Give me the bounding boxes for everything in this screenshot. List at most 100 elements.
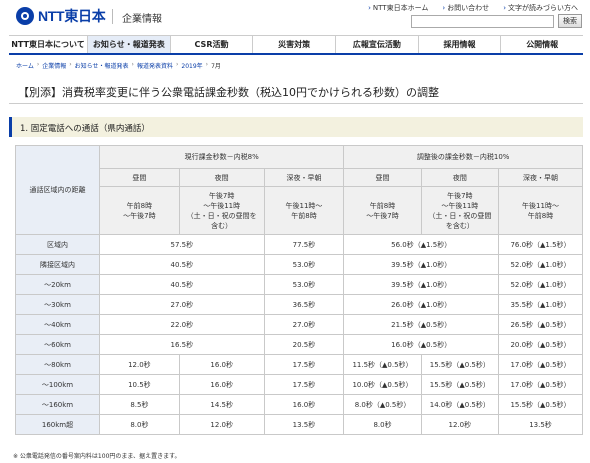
cell-value: 16.0秒 [178, 374, 265, 395]
table-row: ～30km 27.0秒 36.5秒 26.0秒（▲1.0秒） 35.5秒（▲1.… [15, 294, 584, 315]
cell-value: 27.0秒 [99, 294, 265, 315]
search-button[interactable]: 検索 [558, 14, 582, 28]
search-input[interactable] [411, 15, 554, 28]
cell-value: 26.0秒（▲1.0秒） [343, 294, 499, 315]
cell-value: 52.0秒（▲1.0秒） [497, 254, 584, 275]
table-row: 隣接区域内 40.5秒 53.0秒 39.5秒（▲1.0秒） 52.0秒（▲1.… [15, 254, 584, 275]
row-label: ～60km [15, 334, 100, 355]
nav-item-news[interactable]: お知らせ・報道発表 [87, 36, 170, 53]
cell-value: 40.5秒 [99, 254, 265, 275]
breadcrumb-year[interactable]: 2019年 [181, 61, 202, 70]
breadcrumb-separator: › [131, 61, 134, 68]
cell-value: 16.0秒（▲0.5秒） [343, 334, 499, 355]
cell-value: 27.0秒 [263, 314, 345, 335]
breadcrumb-current: 7月 [211, 63, 221, 70]
col-header: 深夜・早朝 [497, 168, 584, 187]
cell-value: 57.5秒 [99, 234, 265, 255]
corporate-info-label[interactable]: 企業情報 [122, 10, 162, 25]
cell-value: 15.5秒（▲0.5秒） [420, 354, 499, 375]
row-label: ～40km [15, 314, 100, 335]
row-label: 160km超 [15, 414, 100, 435]
ntt-logo[interactable]: NTT東日本 [16, 6, 106, 26]
cell-value: 39.5秒（▲1.0秒） [343, 254, 499, 275]
cell-value: 8.0秒 [343, 414, 422, 435]
cell-value: 12.0秒 [420, 414, 499, 435]
table-row: 区域内 57.5秒 77.5秒 56.0秒（▲1.5秒） 76.0秒（▲1.5秒… [15, 234, 584, 255]
cell-value: 11.5秒（▲0.5秒） [343, 354, 422, 375]
cell-value: 16.5秒 [99, 334, 265, 355]
breadcrumb-home[interactable]: ホーム [16, 61, 34, 70]
page-title: 【別添】消費税率変更に伴う公衆電話課金秒数（税込10円でかけられる秒数）の調整 [18, 86, 439, 99]
table-row: ～40km 22.0秒 27.0秒 21.5秒（▲0.5秒） 26.5秒（▲0.… [15, 314, 584, 335]
cell-value: 53.0秒 [263, 254, 345, 275]
table-row: ～60km 16.5秒 20.5秒 16.0秒（▲0.5秒） 20.0秒（▲0.… [15, 334, 584, 355]
breadcrumb-corporate[interactable]: 企業情報 [42, 61, 66, 70]
cell-value: 17.5秒 [263, 354, 345, 375]
breadcrumb-news[interactable]: お知らせ・報道発表 [75, 61, 129, 70]
col-time: 午後7時 ～午後11時 （土・日・祝の昼間 を含む） [420, 186, 499, 235]
footnote: ※ 公衆電話発信の番号案内料は100円のまま、据え置きます。 [13, 453, 181, 460]
cell-value: 14.5秒 [178, 394, 265, 415]
cell-value: 76.0秒（▲1.5秒） [497, 234, 584, 255]
row-label: ～20km [15, 274, 100, 295]
cell-value: 26.5秒（▲0.5秒） [497, 314, 584, 335]
table-row: ～160km 8.5秒 14.5秒 16.0秒 8.0秒（▲0.5秒） 14.0… [15, 394, 584, 415]
section-heading-box: 1. 固定電話への通話（県内通話） [9, 117, 583, 137]
section-heading: 1. 固定電話への通話（県内通話） [20, 124, 150, 134]
utility-links: NTT東日本ホーム お問い合わせ 文字が読みづらい方へ [368, 3, 578, 13]
cell-value: 10.0秒（▲0.5秒） [343, 374, 422, 395]
nav-item-recruit[interactable]: 採用情報 [417, 36, 501, 53]
cell-value: 12.0秒 [178, 414, 265, 435]
row-label: ～80km [15, 354, 100, 375]
table-row: 160km超 8.0秒 12.0秒 13.5秒 8.0秒 12.0秒 13.5秒 [15, 414, 584, 435]
row-label: ～100km [15, 374, 100, 395]
group-header-new: 調整後の課金秒数－内税10% [343, 145, 583, 169]
page-title-box: 【別添】消費税率変更に伴う公衆電話課金秒数（税込10円でかけられる秒数）の調整 [9, 77, 583, 104]
header-divider [112, 9, 113, 24]
nav-item-disaster[interactable]: 災害対策 [252, 36, 335, 53]
cell-value: 16.0秒 [263, 394, 345, 415]
col-time: 午後7時 ～午後11時 （土・日・祝の昼間を 含む） [178, 186, 265, 235]
row-label: 隣接区域内 [15, 254, 100, 275]
corner-header: 通話区域内の距離 [15, 145, 100, 235]
cell-value: 20.5秒 [263, 334, 345, 355]
nav-item-csr[interactable]: CSR活動 [169, 36, 253, 53]
table-row: ～80km 12.0秒 16.0秒 17.5秒 11.5秒（▲0.5秒） 15.… [15, 354, 584, 375]
row-label: 区域内 [15, 234, 100, 255]
cell-value: 39.5秒（▲1.0秒） [343, 274, 499, 295]
breadcrumb-press[interactable]: 報道発表資料 [137, 61, 173, 70]
breadcrumb: ホーム › 企業情報 › お知らせ・報道発表 › 報道発表資料 › 2019年 › 7月 [16, 61, 221, 70]
breadcrumb-separator: › [175, 61, 179, 68]
util-link-accessibility[interactable]: 文字が読みづらい方へ [503, 3, 578, 13]
util-link-home[interactable]: NTT東日本ホーム [368, 3, 428, 13]
cell-value: 77.5秒 [263, 234, 345, 255]
site-header: NTT東日本 企業情報 NTT東日本ホーム お問い合わせ 文字が読みづらい方へ … [0, 0, 590, 33]
rate-table: 通話区域内の距離 現行課金秒数－内税8% 調整後の課金秒数－内税10% 昼間 夜… [15, 145, 584, 435]
global-nav: NTT東日本について お知らせ・報道発表 CSR活動 災害対策 広報宣伝活動 採… [9, 35, 583, 55]
cell-value: 17.0秒（▲0.5秒） [497, 354, 584, 375]
cell-value: 10.5秒 [99, 374, 180, 395]
cell-value: 17.0秒（▲0.5秒） [497, 374, 584, 395]
col-time: 午前8時 ～午後7時 [99, 186, 180, 235]
cell-value: 13.5秒 [263, 414, 345, 435]
nav-item-disclosure[interactable]: 公開情報 [500, 36, 583, 53]
nav-item-pr[interactable]: 広報宣伝活動 [335, 36, 418, 53]
cell-value: 52.0秒（▲1.0秒） [497, 274, 584, 295]
table-row: ～20km 40.5秒 53.0秒 39.5秒（▲1.0秒） 52.0秒（▲1.… [15, 274, 584, 295]
cell-value: 8.0秒（▲0.5秒） [343, 394, 422, 415]
cell-value: 17.5秒 [263, 374, 345, 395]
row-label: ～160km [15, 394, 100, 415]
col-time: 午前8時 ～午後7時 [343, 186, 422, 235]
util-link-contact[interactable]: お問い合わせ [442, 3, 489, 13]
cell-value: 16.0秒 [178, 354, 265, 375]
cell-value: 22.0秒 [99, 314, 265, 335]
cell-value: 35.5秒（▲1.0秒） [497, 294, 584, 315]
col-header: 昼間 [99, 168, 180, 187]
breadcrumb-separator: › [69, 61, 72, 68]
cell-value: 36.5秒 [263, 294, 345, 315]
nav-item-about[interactable]: NTT東日本について [9, 36, 87, 53]
cell-value: 15.5秒（▲0.5秒） [420, 374, 499, 395]
cell-value: 8.5秒 [99, 394, 180, 415]
col-header: 夜間 [420, 168, 499, 187]
row-label: ～30km [15, 294, 100, 315]
